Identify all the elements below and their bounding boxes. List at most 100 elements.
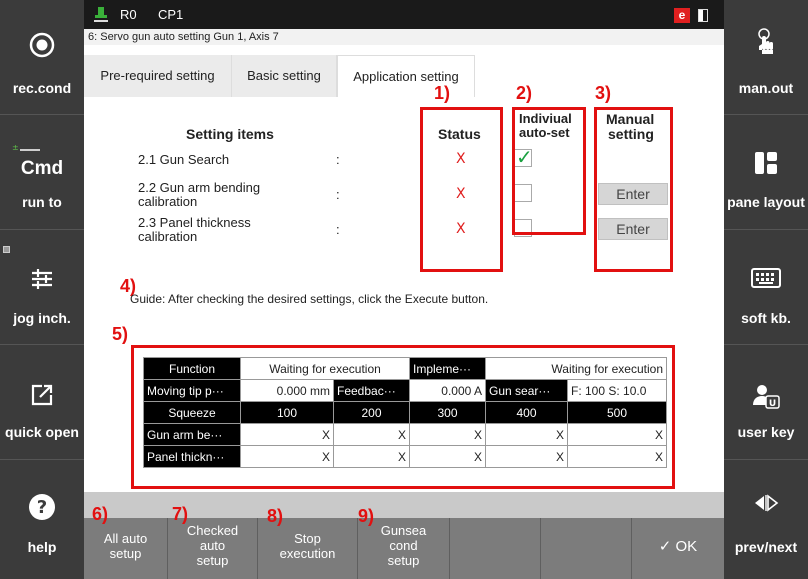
checked-auto-setup-button[interactable]: Checked auto setup bbox=[168, 518, 258, 579]
robot-status-icon bbox=[94, 6, 108, 28]
battery-icon bbox=[698, 9, 708, 22]
tab-pre-required-setting[interactable]: Pre-required setting bbox=[84, 55, 232, 97]
svg-text:U: U bbox=[769, 399, 776, 409]
button-label: Checked bbox=[186, 523, 239, 538]
program-name: CP1 bbox=[158, 7, 184, 22]
open-external-icon bbox=[0, 383, 84, 411]
table-cell: Impleme··· bbox=[409, 357, 486, 380]
right-sidebar: man.out pane layout soft kb. U user key … bbox=[724, 0, 808, 579]
table-cell: 400 bbox=[485, 401, 568, 424]
annotation-2: 2) bbox=[516, 83, 533, 103]
soft-kb-button[interactable]: soft kb. bbox=[724, 230, 808, 345]
table-cell: X bbox=[333, 423, 410, 446]
tab-application-setting[interactable]: Application setting bbox=[337, 55, 475, 97]
annotation-6: 6) bbox=[92, 504, 109, 524]
table-cell: Feedbac··· bbox=[333, 379, 410, 402]
table-cell: X bbox=[409, 445, 486, 468]
all-auto-setup-button[interactable]: All auto setup bbox=[84, 518, 168, 579]
quick-open-button[interactable]: quick open bbox=[0, 345, 84, 460]
table-cell: 300 bbox=[409, 401, 486, 424]
pane-layout-button[interactable]: pane layout bbox=[724, 115, 808, 230]
highlight-status-column bbox=[420, 107, 503, 272]
table-cell: X bbox=[240, 445, 334, 468]
svg-text:?: ? bbox=[37, 497, 47, 518]
guide-text: Guide: After checking the desired settin… bbox=[130, 292, 489, 306]
user-key-button[interactable]: U user key bbox=[724, 345, 808, 460]
empty-function-button[interactable] bbox=[541, 518, 632, 579]
man-out-button[interactable]: man.out bbox=[724, 0, 808, 115]
table-cell: F: 100 S: 10.0 bbox=[567, 379, 667, 402]
man-out-label: man.out bbox=[738, 80, 794, 96]
button-label: setup bbox=[109, 546, 142, 561]
annotation-3: 3) bbox=[595, 83, 612, 103]
prev-next-label: prev/next bbox=[734, 539, 798, 555]
table-cell: 0.000 A bbox=[409, 379, 486, 402]
rec-cond-label: rec.cond bbox=[12, 80, 72, 96]
top-status-bar: R0 CP1 e bbox=[84, 0, 724, 29]
pane-layout-icon bbox=[724, 150, 808, 180]
help-button[interactable]: ? help bbox=[0, 460, 84, 575]
ok-button[interactable]: ✓ OK bbox=[632, 518, 724, 579]
help-label: help bbox=[27, 539, 57, 555]
left-sidebar: rec.cond ± Cmd run to jog inch. quick op… bbox=[0, 0, 84, 579]
table-cell: Waiting for execution bbox=[485, 357, 667, 380]
tab-basic-setting[interactable]: Basic setting bbox=[232, 55, 337, 97]
setting-items-heading: Setting items bbox=[186, 126, 274, 142]
table-cell: X bbox=[485, 423, 568, 446]
setting-colon: : bbox=[336, 152, 340, 167]
prev-next-button[interactable]: prev/next bbox=[724, 460, 808, 575]
table-cell: X bbox=[567, 445, 667, 468]
table-cell: X bbox=[485, 445, 568, 468]
annotation-8: 8) bbox=[267, 506, 284, 526]
annotation-7: 7) bbox=[172, 504, 189, 524]
setting-item-gun-arm-bending: 2.2 Gun arm bending bbox=[138, 180, 261, 195]
table-row: Moving tip p··· 0.000 mm Feedbac··· 0.00… bbox=[143, 379, 667, 402]
quick-open-label: quick open bbox=[5, 424, 79, 440]
rec-cond-button[interactable]: rec.cond bbox=[0, 0, 84, 115]
jog-inch-button[interactable]: jog inch. bbox=[0, 230, 84, 345]
annotation-5: 5) bbox=[112, 324, 129, 344]
setting-colon: : bbox=[336, 222, 340, 237]
run-to-button[interactable]: ± Cmd run to bbox=[0, 115, 84, 230]
table-cell: Moving tip p··· bbox=[143, 379, 241, 402]
table-cell: Squeeze bbox=[143, 401, 241, 424]
table-cell: Function bbox=[143, 357, 241, 380]
error-badge[interactable]: e bbox=[674, 8, 690, 23]
button-label: Stop bbox=[294, 531, 321, 546]
empty-function-button[interactable] bbox=[450, 518, 541, 579]
setting-item-panel-thickness-line2: calibration bbox=[138, 229, 198, 244]
run-to-label: run to bbox=[22, 194, 62, 210]
table-cell: X bbox=[567, 423, 667, 446]
prev-next-icon bbox=[724, 493, 808, 517]
table-cell: Panel thickn··· bbox=[143, 445, 241, 468]
table-cell: Waiting for execution bbox=[240, 357, 410, 380]
table-cell: 100 bbox=[240, 401, 334, 424]
execution-status-table: Function Waiting for execution Impleme··… bbox=[143, 357, 667, 468]
stop-execution-button[interactable]: Stop execution bbox=[258, 518, 358, 579]
annotation-9: 9) bbox=[358, 506, 375, 526]
table-cell: 200 bbox=[333, 401, 410, 424]
cmd-icon: ± bbox=[0, 137, 84, 156]
button-label: setup bbox=[387, 553, 420, 568]
ok-button-label: ✓ OK bbox=[658, 538, 698, 555]
annotation-1: 1) bbox=[434, 83, 451, 103]
setting-item-gun-search: 2.1 Gun Search bbox=[138, 152, 230, 167]
table-row: Squeeze 100 200 300 400 500 bbox=[143, 401, 667, 424]
help-icon: ? bbox=[0, 493, 84, 525]
indicator-square bbox=[3, 246, 10, 253]
setting-item-panel-thickness: 2.3 Panel thickness bbox=[138, 215, 251, 230]
table-cell: X bbox=[333, 445, 410, 468]
jog-inch-label: jog inch. bbox=[13, 310, 71, 326]
table-row: Panel thickn··· X X X X X bbox=[143, 445, 667, 468]
table-row: Function Waiting for execution Impleme··… bbox=[143, 357, 667, 380]
main-content: Pre-required setting Basic setting Appli… bbox=[84, 45, 724, 492]
gunsea-cond-setup-button[interactable]: Gunsea cond setup bbox=[358, 518, 450, 579]
table-cell: X bbox=[409, 423, 486, 446]
tab-bar: Pre-required setting Basic setting Appli… bbox=[84, 55, 724, 97]
hand-pointer-icon bbox=[724, 28, 808, 62]
table-cell: 0.000 mm bbox=[240, 379, 334, 402]
user-key-icon: U bbox=[724, 383, 808, 413]
button-label: setup bbox=[196, 553, 229, 568]
svg-text:±: ± bbox=[12, 143, 19, 152]
table-cell: 500 bbox=[567, 401, 667, 424]
